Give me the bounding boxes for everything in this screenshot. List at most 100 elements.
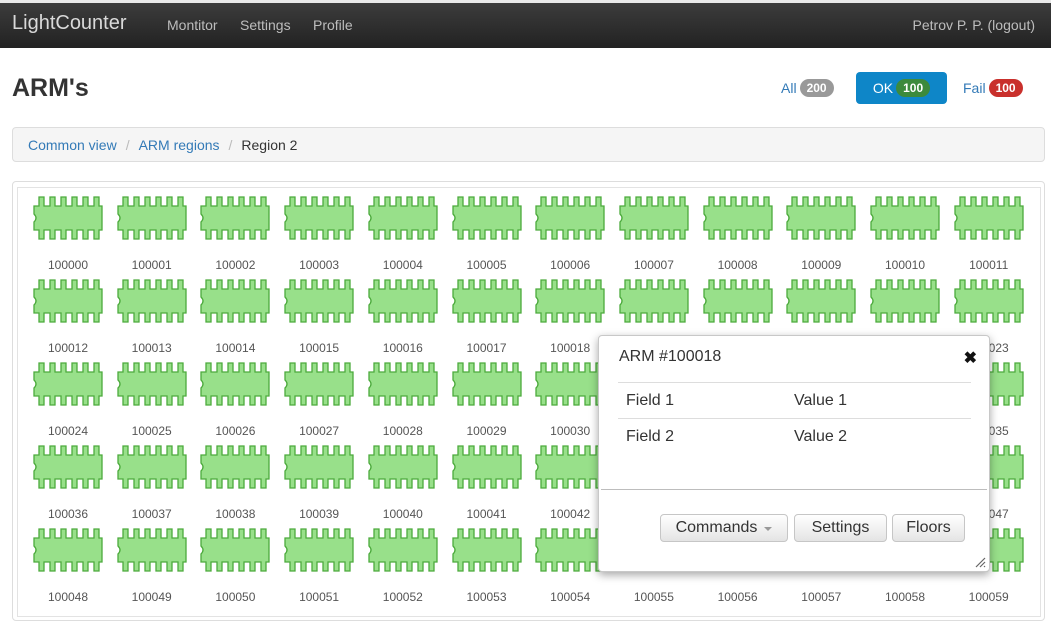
commands-button-label: Commands [675, 519, 758, 536]
breadcrumb-separator: / [228, 136, 233, 153]
nav-link-monitor[interactable]: Montitor [167, 17, 218, 33]
nav-link-profile[interactable]: Profile [313, 17, 353, 33]
chip-icon [786, 196, 856, 240]
arm-id-label: 100011 [969, 258, 1009, 272]
brand-logo[interactable]: LightCounter [12, 12, 127, 35]
arm-tile[interactable]: 100040 [368, 445, 438, 523]
chip-icon [33, 196, 103, 240]
arm-tile[interactable]: 100037 [117, 445, 187, 523]
chip-icon [117, 196, 187, 240]
arm-tile[interactable]: 100024 [33, 362, 103, 440]
chip-icon [786, 279, 856, 323]
chip-icon [619, 279, 689, 323]
chip-icon [117, 279, 187, 323]
filter-ok[interactable]: OK 100 [856, 72, 947, 104]
table-row: Field 2 Value 2 [618, 418, 971, 454]
arm-tile[interactable]: 100011 [954, 196, 1024, 274]
arm-id-label: 100029 [466, 424, 507, 438]
filter-fail-count-badge: 100 [988, 79, 1023, 97]
arm-tile[interactable]: 100051 [284, 528, 354, 606]
breadcrumb: Common view / ARM regions / Region 2 [12, 127, 1045, 162]
arm-tile[interactable]: 100005 [451, 196, 522, 274]
arm-id-label: 100008 [717, 258, 758, 272]
chip-icon [200, 279, 271, 323]
arm-tile[interactable]: 100038 [200, 445, 271, 523]
chip-icon [368, 445, 438, 489]
arm-tile[interactable]: 100053 [451, 528, 522, 606]
chip-icon [284, 279, 354, 323]
arm-tile[interactable]: 100002 [200, 196, 271, 274]
arm-tile[interactable]: 100009 [786, 196, 856, 274]
chip-icon [619, 196, 689, 240]
chip-icon [33, 445, 103, 489]
breadcrumb-common-view[interactable]: Common view [28, 137, 117, 153]
arm-id-label: 100037 [131, 507, 172, 521]
arm-id-label: 100005 [466, 258, 507, 272]
arm-tile[interactable]: 100025 [117, 362, 187, 440]
arm-id-label: 100051 [299, 590, 340, 604]
arm-tile[interactable]: 100013 [117, 279, 187, 357]
arm-tile[interactable]: 100000 [33, 196, 103, 274]
arm-tile[interactable]: 100001 [117, 196, 187, 274]
chip-icon [535, 279, 605, 323]
chip-icon [870, 196, 940, 240]
arm-tile[interactable]: 100030 [535, 362, 605, 440]
chip-icon [535, 528, 605, 572]
arm-id-label: 100059 [968, 590, 1009, 604]
floors-button[interactable]: Floors [892, 514, 965, 542]
filter-ok-count-badge: 100 [896, 79, 931, 97]
close-icon[interactable]: ✖ [964, 348, 977, 368]
arm-tile[interactable]: 100007 [619, 196, 689, 274]
arm-tile[interactable]: 100006 [535, 196, 605, 274]
filter-fail[interactable]: Fail 100 [963, 79, 1023, 97]
arm-tile[interactable]: 100017 [451, 279, 522, 357]
settings-button[interactable]: Settings [794, 514, 887, 542]
arm-tile[interactable]: 100050 [200, 528, 271, 606]
arm-tile[interactable]: 100008 [702, 196, 773, 274]
arm-id-label: 100026 [215, 424, 256, 438]
arm-tile[interactable]: 100054 [535, 528, 605, 606]
resize-handle-icon[interactable] [974, 556, 986, 568]
filter-all[interactable]: All 200 [781, 79, 834, 97]
arm-id-label: 100009 [801, 258, 842, 272]
arm-id-label: 100052 [382, 590, 423, 604]
arm-tile[interactable]: 100004 [368, 196, 438, 274]
chip-icon [33, 362, 103, 406]
arm-tile[interactable]: 100036 [33, 445, 103, 523]
arm-tile[interactable]: 100041 [451, 445, 522, 523]
arm-tile[interactable]: 100052 [368, 528, 438, 606]
arm-tile[interactable]: 100048 [33, 528, 103, 606]
chip-icon [702, 196, 773, 240]
arm-tile[interactable]: 100018 [535, 279, 605, 357]
arm-tile[interactable]: 100029 [451, 362, 522, 440]
field-value: Value 1 [786, 382, 971, 419]
arm-tile[interactable]: 100026 [200, 362, 271, 440]
chip-icon [200, 196, 271, 240]
arm-tile[interactable]: 100042 [535, 445, 605, 523]
arm-tile[interactable]: 100016 [368, 279, 438, 357]
arm-tile[interactable]: 100027 [284, 362, 354, 440]
arm-id-label: 100058 [884, 590, 926, 604]
arm-fields-table: Field 1 Value 1 Field 2 Value 2 [618, 382, 971, 454]
breadcrumb-arm-regions[interactable]: ARM regions [139, 137, 220, 153]
arm-tile[interactable]: 100014 [200, 279, 271, 357]
arm-tile[interactable]: 100028 [368, 362, 438, 440]
user-logout-link[interactable]: Petrov P. P. (logout) [913, 17, 1035, 33]
chip-icon [535, 196, 605, 240]
arm-id-label: 100013 [131, 341, 172, 355]
arm-tile[interactable]: 100015 [284, 279, 354, 357]
arm-tile[interactable]: 100039 [284, 445, 354, 523]
filter-all-count-badge: 200 [799, 79, 834, 97]
commands-dropdown-button[interactable]: Commands [660, 514, 788, 542]
arm-tile[interactable]: 100012 [33, 279, 103, 357]
arm-tile[interactable]: 100010 [870, 196, 940, 274]
arm-tile[interactable]: 100049 [117, 528, 187, 606]
chip-icon [368, 362, 438, 406]
arm-id-label: 100036 [47, 507, 89, 521]
arm-id-label: 100040 [382, 507, 423, 521]
arm-id-label: 100000 [47, 258, 89, 272]
chip-icon [284, 196, 354, 240]
nav-link-settings[interactable]: Settings [240, 17, 291, 33]
arm-tile[interactable]: 100003 [284, 196, 354, 274]
filter-ok-label: OK [872, 80, 894, 96]
